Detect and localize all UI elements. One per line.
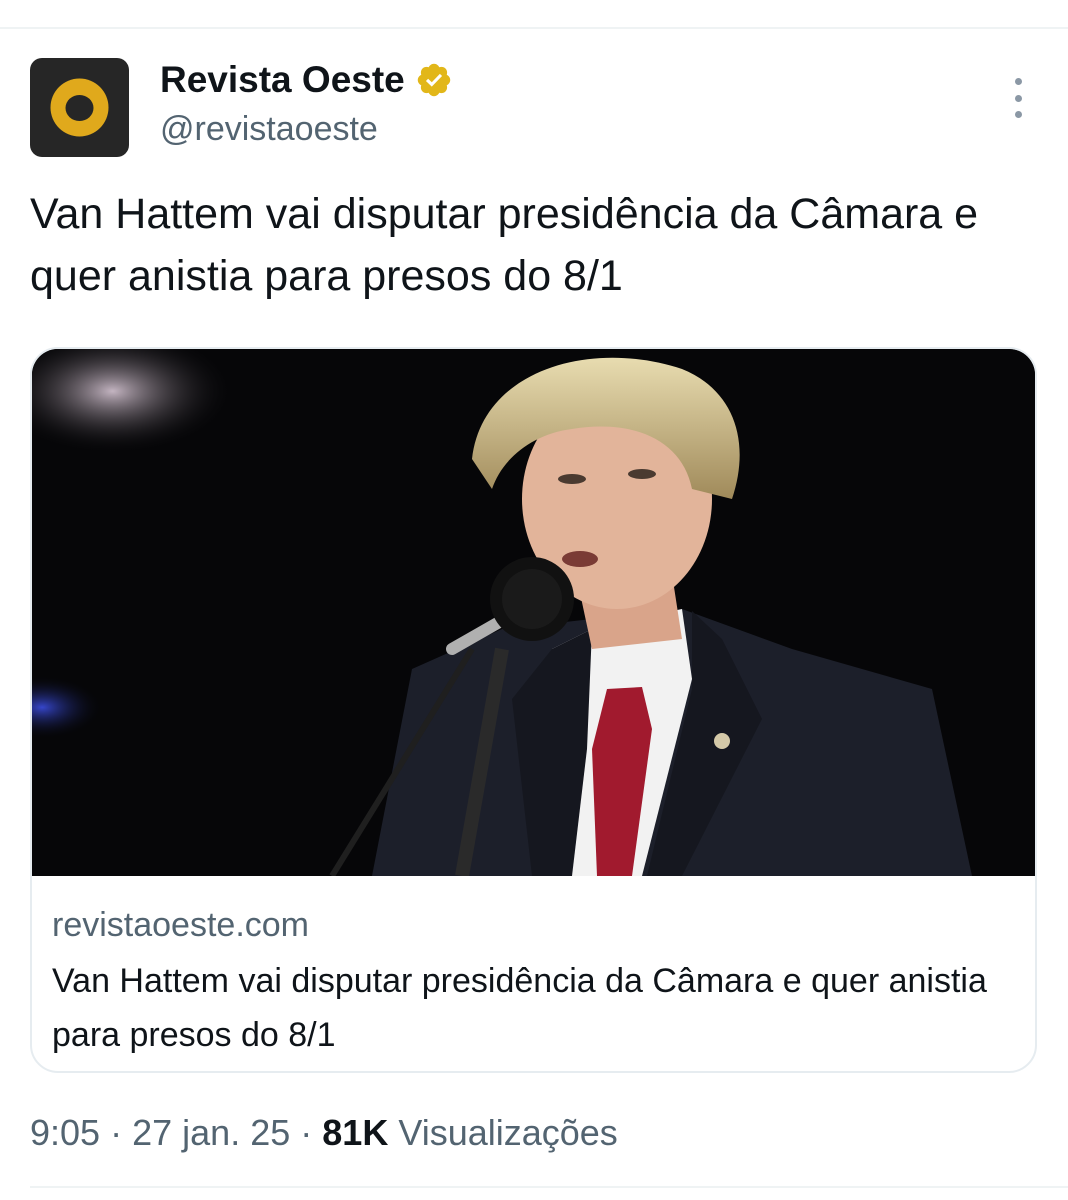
- views-count: 81K: [322, 1112, 389, 1153]
- tweet-text: Van Hattem vai disputar presidência da C…: [30, 190, 979, 300]
- tweet-page: Revista Oeste @revistaoeste Van Hattem v…: [0, 0, 1068, 1200]
- meta-separator: ·: [300, 1112, 313, 1153]
- top-divider: [0, 27, 1068, 29]
- views-label: Visualizações: [398, 1112, 618, 1153]
- meta-separator: ·: [110, 1112, 123, 1153]
- more-vertical-icon[interactable]: [1004, 78, 1032, 118]
- author-display-name[interactable]: Revista Oeste: [160, 58, 405, 102]
- author-name-row[interactable]: Revista Oeste: [160, 58, 453, 102]
- bottom-divider: [30, 1186, 1068, 1188]
- link-card-title[interactable]: Van Hattem vai disputar presidência da C…: [52, 954, 1012, 1062]
- link-card[interactable]: revistaoeste.com Van Hattem vai disputar…: [30, 347, 1037, 1073]
- more-dot: [1014, 111, 1022, 118]
- author-handle[interactable]: @revistaoeste: [160, 108, 378, 150]
- photo-of-speaker-at-microphone: [32, 349, 1035, 876]
- tweet-date[interactable]: 27 jan. 25: [132, 1112, 290, 1153]
- tweet-time[interactable]: 9:05: [30, 1112, 100, 1153]
- verified-badge-icon: [415, 61, 453, 99]
- link-card-image[interactable]: [32, 349, 1035, 876]
- tweet-meta: 9:05 · 27 jan. 25 · 81K Visualizações: [30, 1110, 618, 1156]
- link-card-domain[interactable]: revistaoeste.com: [52, 904, 309, 946]
- more-dot: [1014, 94, 1022, 102]
- revista-oeste-logo-icon: [50, 78, 109, 137]
- more-dot: [1014, 78, 1022, 85]
- avatar[interactable]: [30, 58, 129, 157]
